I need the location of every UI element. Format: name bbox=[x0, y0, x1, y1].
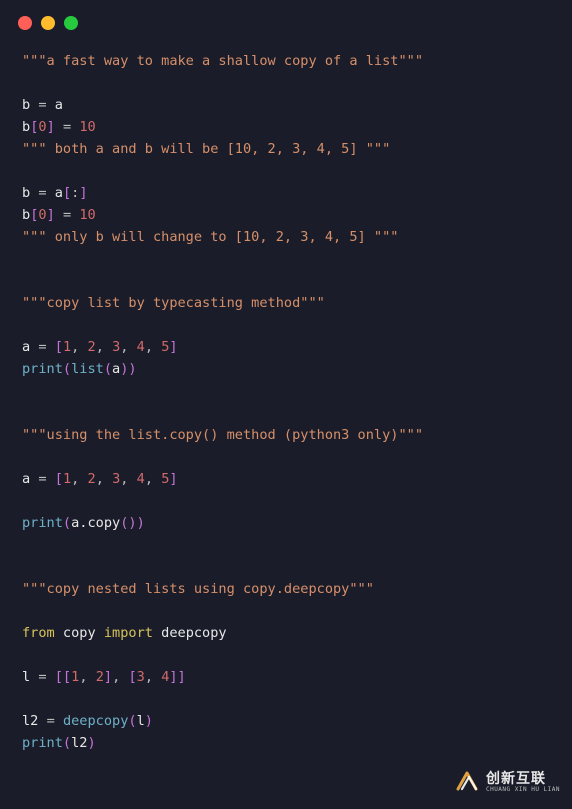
code-token: import bbox=[104, 625, 161, 641]
code-token: = bbox=[63, 119, 79, 135]
code-token: """using the list.copy() method (python3… bbox=[22, 427, 423, 443]
code-token: , bbox=[112, 669, 128, 685]
code-token: , bbox=[96, 471, 112, 487]
code-token: , bbox=[71, 471, 87, 487]
code-token: ( bbox=[63, 515, 71, 531]
close-icon[interactable] bbox=[18, 16, 32, 30]
code-token: l2 bbox=[22, 713, 47, 729]
code-content: """a fast way to make a shallow copy of … bbox=[0, 38, 572, 754]
code-token: from bbox=[22, 625, 63, 641]
code-token: a bbox=[55, 97, 63, 113]
code-token: b bbox=[22, 119, 30, 135]
code-token: 2 bbox=[88, 471, 96, 487]
code-token: list bbox=[71, 361, 104, 377]
code-token: = bbox=[38, 471, 54, 487]
code-token: 4 bbox=[137, 339, 145, 355]
code-token: ( bbox=[63, 735, 71, 751]
code-token: ( bbox=[104, 361, 112, 377]
code-token: [ bbox=[55, 471, 63, 487]
code-token: 1 bbox=[63, 339, 71, 355]
code-token: deepcopy bbox=[161, 625, 226, 641]
code-token: b bbox=[22, 185, 38, 201]
maximize-icon[interactable] bbox=[64, 16, 78, 30]
code-token: [ bbox=[63, 185, 71, 201]
code-token: deepcopy bbox=[63, 713, 128, 729]
code-token: copy bbox=[63, 625, 104, 641]
minimize-icon[interactable] bbox=[41, 16, 55, 30]
code-token: 0 bbox=[38, 207, 46, 223]
code-token: = bbox=[38, 339, 54, 355]
code-token: 4 bbox=[137, 471, 145, 487]
code-token: a bbox=[22, 339, 38, 355]
code-token: ] bbox=[169, 471, 177, 487]
code-token: 2 bbox=[88, 339, 96, 355]
code-token: = bbox=[63, 207, 79, 223]
code-token: , bbox=[96, 339, 112, 355]
code-token: ) bbox=[87, 735, 95, 751]
code-token: [ bbox=[128, 669, 136, 685]
code-token: ] bbox=[169, 339, 177, 355]
code-token: ]] bbox=[169, 669, 185, 685]
watermark-en: CHUANG XIN HU LIAN bbox=[486, 787, 560, 793]
code-token: = bbox=[38, 97, 54, 113]
code-token: , bbox=[120, 339, 136, 355]
code-token: a.copy bbox=[71, 515, 120, 531]
watermark-logo-icon bbox=[454, 769, 480, 795]
watermark: 创新互联 CHUANG XIN HU LIAN bbox=[454, 769, 560, 795]
code-token: ] bbox=[47, 207, 63, 223]
code-token: a bbox=[112, 361, 120, 377]
code-token: 10 bbox=[79, 207, 95, 223]
code-token: ( bbox=[128, 713, 136, 729]
code-token: 10 bbox=[79, 119, 95, 135]
code-token: , bbox=[120, 471, 136, 487]
code-token: """copy list by typecasting method""" bbox=[22, 295, 325, 311]
code-token: l bbox=[22, 669, 38, 685]
code-token: , bbox=[71, 339, 87, 355]
code-token: , bbox=[79, 669, 95, 685]
code-token: )) bbox=[120, 361, 136, 377]
code-token: ) bbox=[145, 713, 153, 729]
code-token: [[ bbox=[55, 669, 71, 685]
code-token: ( bbox=[63, 361, 71, 377]
code-token: ()) bbox=[120, 515, 145, 531]
code-token: = bbox=[38, 185, 54, 201]
code-token: b bbox=[22, 97, 38, 113]
code-token: """a fast way to make a shallow copy of … bbox=[22, 53, 423, 69]
code-token: 2 bbox=[96, 669, 104, 685]
code-token: b bbox=[22, 207, 30, 223]
code-token: l bbox=[137, 713, 145, 729]
watermark-text: 创新互联 CHUANG XIN HU LIAN bbox=[486, 771, 560, 793]
code-token: """ both a and b will be [10, 2, 3, 4, 5… bbox=[22, 141, 390, 157]
window-titlebar bbox=[0, 0, 572, 38]
code-token: """ only b will change to [10, 2, 3, 4, … bbox=[22, 229, 398, 245]
code-token: ] bbox=[104, 669, 112, 685]
code-token: [ bbox=[55, 339, 63, 355]
code-token: = bbox=[47, 713, 63, 729]
code-token: 1 bbox=[63, 471, 71, 487]
code-token: print bbox=[22, 735, 63, 751]
code-token: l2 bbox=[71, 735, 87, 751]
code-window: """a fast way to make a shallow copy of … bbox=[0, 0, 572, 809]
code-token: = bbox=[38, 669, 54, 685]
watermark-zh: 创新互联 bbox=[486, 771, 560, 785]
code-token: 3 bbox=[137, 669, 145, 685]
code-token: a bbox=[55, 185, 63, 201]
code-token: 0 bbox=[38, 119, 46, 135]
code-token: , bbox=[145, 339, 161, 355]
code-token: , bbox=[145, 669, 161, 685]
code-token: print bbox=[22, 515, 63, 531]
code-token: , bbox=[145, 471, 161, 487]
code-token: """copy nested lists using copy.deepcopy… bbox=[22, 581, 374, 597]
code-token: a bbox=[22, 471, 38, 487]
code-token: ] bbox=[79, 185, 87, 201]
code-token: print bbox=[22, 361, 63, 377]
code-token: ] bbox=[47, 119, 63, 135]
